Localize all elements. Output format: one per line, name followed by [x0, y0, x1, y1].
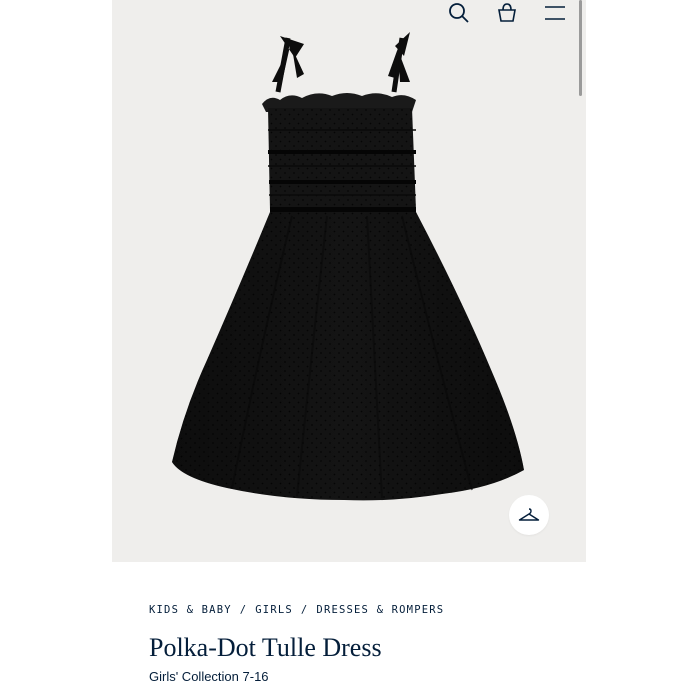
- breadcrumb-separator: /: [300, 604, 309, 616]
- hanger-icon: [518, 508, 540, 521]
- breadcrumb-separator: /: [239, 604, 248, 616]
- scrollbar[interactable]: [579, 0, 582, 96]
- product-image-area[interactable]: [112, 0, 586, 562]
- breadcrumb-girls[interactable]: GIRLS: [255, 604, 293, 616]
- header-icons: [446, 0, 568, 26]
- shopping-bag-icon[interactable]: [494, 0, 520, 26]
- product-collection: Girls' Collection 7-16: [149, 669, 269, 684]
- breadcrumb-dresses-rompers[interactable]: DRESSES & ROMPERS: [316, 604, 444, 616]
- product-image[interactable]: [112, 0, 586, 562]
- product-title: Polka-Dot Tulle Dress: [149, 633, 382, 662]
- search-icon[interactable]: [446, 0, 472, 26]
- breadcrumb: KIDS & BABY / GIRLS / DRESSES & ROMPERS: [149, 604, 444, 616]
- breadcrumb-kids-baby[interactable]: KIDS & BABY: [149, 604, 232, 616]
- product-page: KIDS & BABY / GIRLS / DRESSES & ROMPERS …: [112, 0, 586, 700]
- virtual-try-on-button[interactable]: [509, 495, 549, 535]
- menu-icon[interactable]: [542, 0, 568, 26]
